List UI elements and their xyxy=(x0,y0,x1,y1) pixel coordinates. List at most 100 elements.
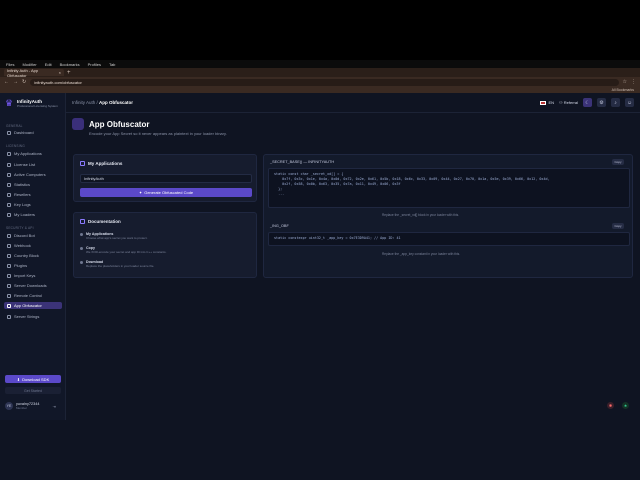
download-sdk-button[interactable]: ⬇ Download SDK xyxy=(5,375,61,383)
forward-icon[interactable]: → xyxy=(13,79,18,85)
doc-step: Copy We XOR-encode your secret and app ID… xyxy=(80,246,167,254)
secondary-button[interactable]: Get Started xyxy=(5,387,61,394)
globe-icon xyxy=(7,253,11,258)
sidebar-item-country-block[interactable]: Country Block xyxy=(4,252,62,259)
topbar-actions: EN ⚇ Referral ☾ ⚙ ♪ ☺ xyxy=(540,98,634,107)
sidebar-item-app-obfuscator[interactable]: App Obfuscator xyxy=(4,302,62,309)
topbar: Infinity Auth / App Obfuscator EN ⚇ Refe… xyxy=(66,93,640,113)
app-select[interactable]: InfinityAuth xyxy=(80,174,252,183)
os-menu-item[interactable]: Modifier xyxy=(22,62,36,67)
page-subtitle: Encode your App Secret so it never appea… xyxy=(89,131,227,136)
sidebar-item-discord-bot[interactable]: Discord Bot xyxy=(4,232,62,239)
section-licensing: LICENSING xyxy=(6,144,25,148)
sidebar-item-statistics[interactable]: Statistics xyxy=(4,181,62,188)
generate-button[interactable]: ✦ Generate Obfuscated Code xyxy=(80,188,252,197)
log-icon xyxy=(7,202,11,207)
code1-note: Replace the _secret_xd[] block in your l… xyxy=(382,213,460,217)
logout-icon[interactable]: ⇥ xyxy=(52,404,55,409)
copy-button-2[interactable]: Copy xyxy=(612,223,624,229)
apps-card-title: My Applications xyxy=(80,161,122,166)
browser-tab[interactable]: Infinity Auth - App Obfuscator × xyxy=(4,67,64,78)
theme-toggle-button[interactable]: ☾ xyxy=(583,98,592,107)
sidebar-item-remote-control[interactable]: Remote Control xyxy=(4,292,62,299)
doc-step: Download Replace the placeholders in your… xyxy=(80,260,154,268)
download-icon: ⬇ xyxy=(16,376,21,382)
code-line: 0x2f, 0x58, 0x0b, 0x63, 0x35, 0x7a, 0x11… xyxy=(274,182,401,186)
sidebar-item-server-downloads[interactable]: Server Downloads xyxy=(4,282,62,289)
tab-title: Infinity Auth - App Obfuscator xyxy=(7,67,39,78)
bot-icon xyxy=(7,233,11,238)
screen: Google Chrome Files Modifier Edit Bookma… xyxy=(0,0,640,480)
section-general: GENERAL xyxy=(6,124,23,128)
sidebar-item-dashboard[interactable]: Dashboard xyxy=(4,129,62,136)
code-block-2[interactable]: static constexpr uint32_t _app_key = 0x7… xyxy=(268,232,630,246)
sidebar-item-key-logs[interactable]: Key Logs xyxy=(4,201,62,208)
user-plus-icon: ⚇ xyxy=(559,100,563,105)
notifications-button[interactable]: ♪ xyxy=(611,98,620,107)
users-icon xyxy=(7,192,11,197)
step-dot xyxy=(80,247,83,250)
doc-step: My Applications Choose what app's secret … xyxy=(80,232,147,240)
brand-sub: Professional Licensing System xyxy=(17,104,58,108)
referral-button[interactable]: ⚇ Referral xyxy=(559,100,578,105)
strings-icon xyxy=(7,314,11,319)
apps-icon xyxy=(7,151,11,156)
code-block-1[interactable]: static const char _secret_xd[] = { 0x7f,… xyxy=(268,168,630,208)
step-dot xyxy=(80,233,83,236)
sidebar-item-license-list[interactable]: License List xyxy=(4,161,62,168)
webhook-icon xyxy=(7,243,11,248)
os-menu-item[interactable]: Edit xyxy=(45,62,52,67)
code-line: }; xyxy=(274,187,283,191)
flag-icon xyxy=(540,100,547,105)
os-menu-item[interactable]: Profiles xyxy=(88,62,101,67)
page-title: App Obfuscator xyxy=(89,119,150,129)
star-icon[interactable]: ☆ xyxy=(623,79,627,85)
download-icon xyxy=(7,283,11,288)
copy-button-1[interactable]: Copy xyxy=(612,159,624,165)
profile-menu-button[interactable]: ☺ xyxy=(625,98,634,107)
logo-icon: ♛ xyxy=(5,98,14,108)
close-tab-icon[interactable]: × xyxy=(59,70,61,75)
user-profile[interactable]: YE yuvalny72344 Member ⇥ xyxy=(5,402,56,410)
sidebar-item-my-loaders[interactable]: My Loaders xyxy=(4,211,62,218)
sidebar-item-plugins[interactable]: Plugins xyxy=(4,262,62,269)
obfuscator-icon xyxy=(72,118,84,130)
url-text: infinityauth.com/obfuscator xyxy=(34,79,82,85)
os-menu-item[interactable]: Files xyxy=(6,62,14,67)
bug-report-icon[interactable]: ✱ xyxy=(607,402,614,409)
help-chat-icon[interactable]: ★ xyxy=(622,402,629,409)
code-line: ... xyxy=(274,192,285,196)
back-icon[interactable]: ← xyxy=(4,79,9,85)
address-bar[interactable]: infinityauth.com/obfuscator xyxy=(30,78,619,86)
os-menu-item[interactable]: Tab xyxy=(109,62,115,67)
reload-icon[interactable]: ↻ xyxy=(22,79,26,85)
sidebar-item-my-applications[interactable]: My Applications xyxy=(4,150,62,157)
apps-card: My Applications InfinityAuth ✦ Generate O… xyxy=(73,154,257,202)
sparkle-icon: ✦ xyxy=(138,190,143,195)
code2-note: Replace the _app_key constant in your lo… xyxy=(382,252,461,256)
sidebar-item-resellers[interactable]: Resellers xyxy=(4,191,62,198)
os-menu-item[interactable]: Bookmarks xyxy=(60,62,80,67)
breadcrumb-parent[interactable]: Infinity Auth xyxy=(72,100,95,105)
all-bookmarks[interactable]: All Bookmarks xyxy=(612,88,634,92)
code1-header: _SECRET_BASE() — INFINITYAUTH xyxy=(270,160,335,164)
sidebar-item-server-strings[interactable]: Server Strings xyxy=(4,313,62,320)
settings-button[interactable]: ⚙ xyxy=(597,98,606,107)
language-selector[interactable]: EN xyxy=(540,100,554,105)
menu-icon[interactable]: ⋮ xyxy=(631,79,636,85)
avatar: YE xyxy=(5,402,13,410)
import-icon xyxy=(7,273,11,278)
brand: ♛ InfinityAuth Professional Licensing Sy… xyxy=(5,98,58,109)
code-line: 0x7f, 0x3c, 0x1e, 0x4a, 0x0d, 0x72, 0x2e… xyxy=(274,177,550,181)
browser-tab-bar: Infinity Auth - App Obfuscator × + xyxy=(0,67,640,78)
breadcrumb: Infinity Auth / App Obfuscator xyxy=(72,100,134,105)
sidebar-item-webhook[interactable]: Webhook xyxy=(4,242,62,249)
plugin-icon xyxy=(7,263,11,268)
apps-icon xyxy=(80,161,85,166)
sidebar-item-active-computers[interactable]: Active Computers xyxy=(4,171,62,178)
gear-icon: ⚙ xyxy=(599,99,604,106)
sidebar-item-import-keys[interactable]: Import Keys xyxy=(4,272,62,279)
new-tab-icon[interactable]: + xyxy=(67,70,71,76)
monitor-icon xyxy=(7,172,11,177)
code-line: static const char _secret_xd[] = { xyxy=(274,172,344,176)
